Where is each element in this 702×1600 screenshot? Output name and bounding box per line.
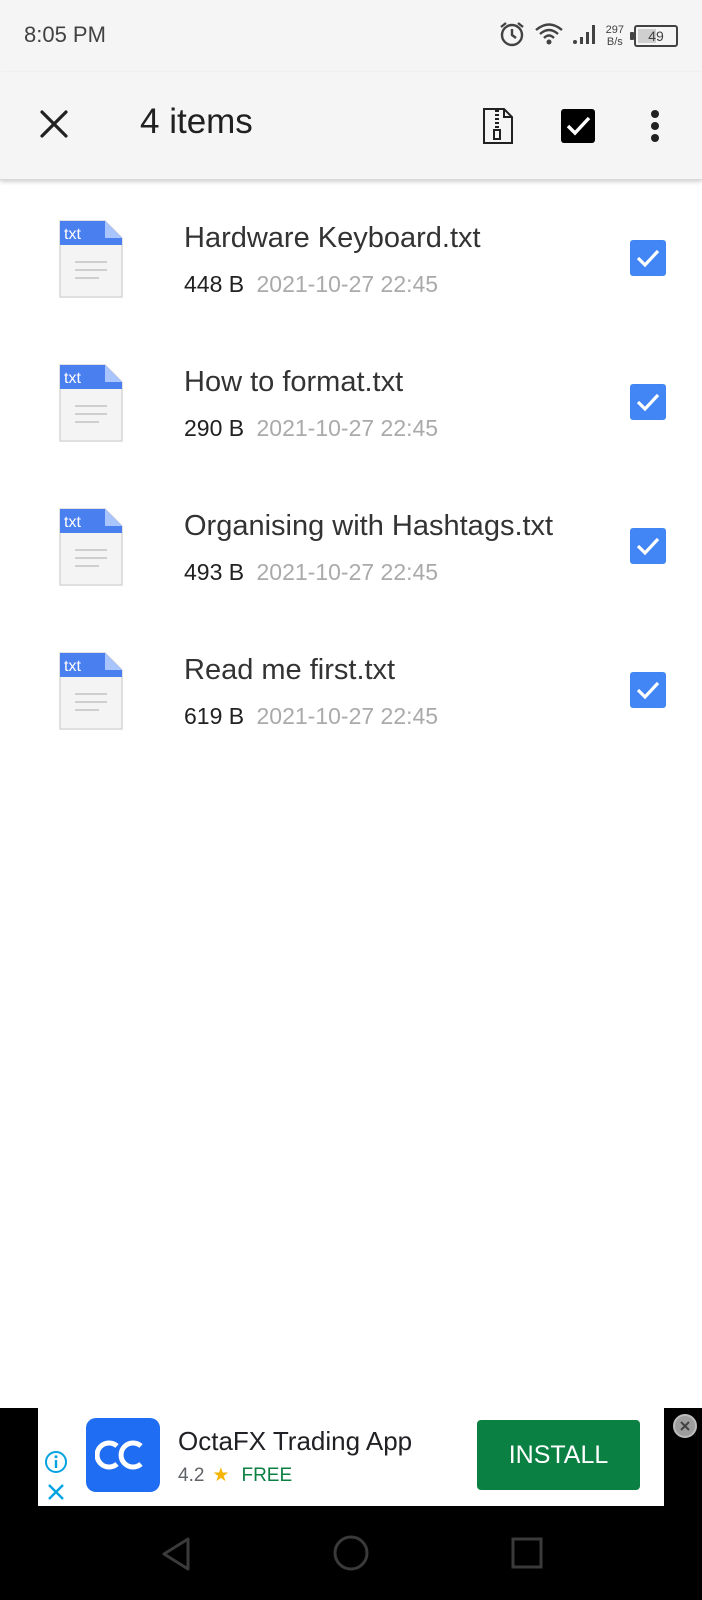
file-date: 2021-10-27 22:45 [256, 271, 439, 297]
file-size: 493 B [184, 559, 245, 585]
check-icon [636, 681, 660, 700]
close-selection-button[interactable] [34, 104, 74, 144]
text-file-icon: txt [59, 652, 123, 730]
nav-back-icon[interactable] [158, 1536, 194, 1572]
close-icon [40, 110, 68, 138]
zip-icon [483, 108, 513, 144]
svg-text:txt: txt [64, 514, 81, 531]
compress-button[interactable] [478, 104, 518, 148]
file-checkbox[interactable] [630, 240, 666, 276]
select-all-checkbox-icon [561, 109, 595, 143]
ad-info-icon[interactable] [44, 1450, 68, 1474]
file-size: 619 B [184, 703, 245, 729]
status-bar: 8:05 PM 297 B/s 49 [0, 0, 702, 72]
ad-dismiss-button[interactable] [673, 1414, 697, 1438]
file-checkbox[interactable] [630, 528, 666, 564]
check-icon [636, 393, 660, 412]
ad-rating-row: 4.2 ★ FREE [178, 1464, 292, 1487]
ad-app-name[interactable]: OctaFX Trading App [178, 1426, 412, 1457]
net-speed-value: 297 [605, 24, 624, 36]
more-vert-icon [651, 110, 659, 142]
nav-home-icon[interactable] [332, 1534, 370, 1572]
status-time: 8:05 PM [24, 22, 106, 47]
file-row[interactable]: txt Read me first.txt 619 B 2021-10-27 2… [0, 618, 702, 762]
selection-app-bar: 4 items [0, 72, 702, 180]
alarm-icon [498, 20, 526, 53]
signal-icon [572, 22, 598, 51]
nav-recents-icon[interactable] [510, 1536, 544, 1570]
ad-install-button[interactable]: INSTALL [477, 1420, 640, 1490]
file-date: 2021-10-27 22:45 [256, 703, 439, 729]
ad-price: FREE [241, 1464, 293, 1486]
file-name: How to format.txt [184, 366, 404, 398]
file-date: 2021-10-27 22:45 [256, 559, 439, 585]
svg-text:txt: txt [64, 226, 81, 243]
text-file-icon: txt [59, 508, 123, 586]
text-file-icon: txt [59, 364, 123, 442]
net-speed: 297 B/s [606, 24, 624, 48]
file-meta: 448 B 2021-10-27 22:45 [184, 271, 438, 298]
check-icon [636, 249, 660, 268]
file-meta: 290 B 2021-10-27 22:45 [184, 415, 438, 442]
svg-text:txt: txt [64, 370, 81, 387]
text-file-icon: txt [59, 220, 123, 298]
file-size: 290 B [184, 415, 245, 441]
file-row[interactable]: txt Organising with Hashtags.txt 493 B 2… [0, 474, 702, 618]
battery-icon: 49 [630, 25, 678, 47]
net-speed-unit: B/s [606, 36, 623, 48]
ad-rating: 4.2 [178, 1464, 205, 1486]
file-checkbox[interactable] [630, 384, 666, 420]
battery-level: 49 [648, 28, 664, 44]
file-size: 448 B [184, 271, 245, 297]
file-list: txt Hardware Keyboard.txt 448 B 2021-10-… [0, 186, 702, 762]
wifi-icon [534, 21, 564, 52]
select-all-button[interactable] [558, 106, 598, 146]
octafx-logo-icon [95, 1440, 143, 1470]
file-name: Organising with Hashtags.txt [184, 510, 554, 542]
more-options-button[interactable] [640, 104, 670, 148]
ad-close-icon[interactable] [46, 1482, 66, 1502]
file-checkbox[interactable] [630, 672, 666, 708]
selection-count-title: 4 items [140, 102, 253, 141]
svg-text:txt: txt [64, 658, 81, 675]
file-row[interactable]: txt Hardware Keyboard.txt 448 B 2021-10-… [0, 186, 702, 330]
ad-app-icon[interactable] [86, 1418, 160, 1492]
file-meta: 493 B 2021-10-27 22:45 [184, 559, 438, 586]
file-row[interactable]: txt How to format.txt 290 B 2021-10-27 2… [0, 330, 702, 474]
check-icon [636, 537, 660, 556]
file-name: Read me first.txt [184, 654, 396, 686]
file-date: 2021-10-27 22:45 [256, 415, 439, 441]
file-meta: 619 B 2021-10-27 22:45 [184, 703, 438, 730]
status-icons: 297 B/s 49 [498, 18, 678, 54]
close-icon [680, 1421, 690, 1431]
file-name: Hardware Keyboard.txt [184, 222, 481, 254]
star-icon: ★ [212, 1465, 230, 1486]
